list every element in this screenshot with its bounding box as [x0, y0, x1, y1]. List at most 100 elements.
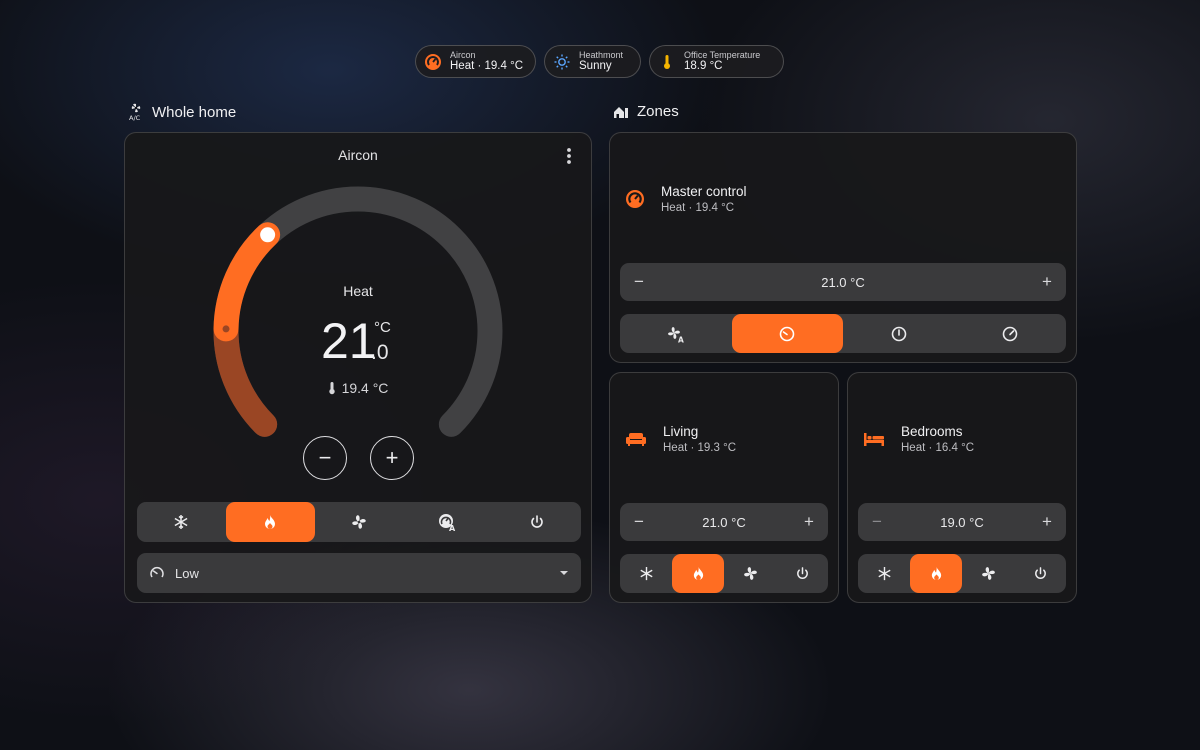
chip-office-temperature[interactable]: Office Temperature 18.9 °C: [649, 45, 784, 78]
flame-icon: [692, 566, 705, 581]
zone-status: Heat · 19.3 °C: [663, 442, 736, 454]
chip-label: Aircon: [450, 49, 476, 60]
chip-label: Heathmont: [579, 49, 624, 60]
increase-button[interactable]: +: [802, 512, 816, 532]
target-temperature: 21.0 °C: [821, 274, 865, 290]
gauge-medium-icon: [891, 326, 907, 342]
power-icon: [529, 514, 545, 530]
aircon-gauge-icon: [625, 189, 645, 209]
svg-text:A: A: [678, 335, 684, 343]
snowflake-icon: [639, 566, 654, 581]
fan-speed-select[interactable]: Low: [137, 553, 581, 593]
decrease-temperature-button[interactable]: −: [303, 436, 347, 480]
snowflake-icon: [173, 514, 189, 530]
master-control-card: Master control Heat · 19.4 °C − 21.0 °C …: [609, 132, 1077, 363]
more-vert-icon: [567, 148, 571, 164]
fan-icon: [350, 513, 368, 531]
mode-cool-button[interactable]: [858, 554, 910, 593]
plus-icon: +: [385, 445, 399, 470]
zone-status: Heat · 19.4 °C: [661, 202, 734, 214]
fan-icon: [980, 565, 997, 582]
target-temperature: 21 °C .0: [321, 313, 401, 369]
gauge-low-icon: [779, 326, 795, 342]
zone-header: Bedrooms Heat · 16.4 °C: [863, 424, 974, 454]
fan-mode-selector[interactable]: A: [620, 314, 1066, 353]
mode-heat-button[interactable]: [225, 502, 315, 542]
mode-fan-button[interactable]: [724, 554, 776, 593]
zone-name: Living: [663, 424, 699, 439]
more-options-button[interactable]: [562, 146, 576, 166]
bedrooms-temperature-control: − 19.0 °C +: [858, 503, 1066, 541]
master-temperature-control: − 21.0 °C +: [620, 263, 1066, 301]
chip-weather[interactable]: Heathmont Sunny: [544, 45, 641, 78]
power-icon: [1033, 566, 1048, 581]
mode-auto-button[interactable]: A: [403, 502, 492, 542]
flame-icon: [263, 514, 277, 530]
bedrooms-mode-selector[interactable]: [858, 554, 1066, 593]
sofa-icon: [625, 431, 647, 447]
gauge-high-icon: [1002, 326, 1018, 342]
chip-value: Heat · 19.4 °C: [450, 60, 523, 73]
flame-icon: [930, 566, 943, 581]
current-temperature-value: 19.4 °C: [341, 380, 389, 396]
svg-text:A: A: [449, 524, 456, 531]
bedrooms-zone-card: Bedrooms Heat · 16.4 °C − 19.0 °C +: [847, 372, 1077, 603]
section-title: Zones: [637, 103, 679, 120]
bed-icon: [863, 431, 885, 447]
increase-button[interactable]: +: [1040, 272, 1054, 292]
mode-fan-button[interactable]: [962, 554, 1014, 593]
mode-cool-button[interactable]: [620, 554, 672, 593]
ac-unit-icon: A/C: [128, 103, 144, 121]
living-temperature-control: − 21.0 °C +: [620, 503, 828, 541]
mode-heat-button[interactable]: [910, 554, 962, 593]
increase-button[interactable]: +: [1040, 512, 1054, 532]
minus-icon: −: [318, 445, 332, 470]
mode-off-button[interactable]: [1014, 554, 1066, 593]
decrease-button[interactable]: −: [632, 512, 646, 532]
thermometer-icon: [658, 53, 676, 71]
mode-heat-button[interactable]: [672, 554, 724, 593]
decrease-button[interactable]: −: [632, 272, 646, 292]
chip-value: 18.9 °C: [684, 60, 723, 73]
zone-header: Master control Heat · 19.4 °C: [625, 184, 747, 214]
fan-high-button[interactable]: [955, 314, 1067, 353]
mode-cool-button[interactable]: [137, 502, 226, 542]
target-temperature-unit: °C: [374, 319, 391, 336]
section-heading-whole-home: A/C Whole home: [128, 103, 237, 122]
snowflake-icon: [877, 566, 892, 581]
hvac-mode-label: Heat: [343, 283, 373, 299]
fan-auto-button[interactable]: A: [620, 314, 732, 353]
section-title: Whole home: [152, 103, 237, 121]
living-mode-selector[interactable]: [620, 554, 828, 593]
living-zone-card: Living Heat · 19.3 °C − 21.0 °C +: [609, 372, 839, 603]
card-title: Aircon: [338, 147, 378, 163]
fan-low-button[interactable]: [731, 314, 843, 353]
chip-label: Office Temperature: [684, 49, 761, 60]
target-temperature-integer: 21: [321, 313, 377, 369]
mode-fan-button[interactable]: [315, 502, 404, 542]
zone-name: Master control: [661, 184, 747, 199]
home-zones-icon: [613, 104, 629, 120]
hvac-mode-selector[interactable]: A: [137, 502, 581, 542]
dial-target-arc: [213, 222, 281, 342]
decrease-button[interactable]: −: [870, 512, 884, 532]
mode-off-button[interactable]: [776, 554, 828, 593]
section-heading-zones: Zones: [613, 103, 679, 120]
sun-icon: [553, 53, 571, 71]
whole-home-card: Aircon Heat 21 °C .0 19.4 °C − + A Low: [124, 132, 592, 603]
fan-medium-button[interactable]: [843, 314, 955, 353]
chip-value: Sunny: [579, 60, 612, 73]
chip-aircon[interactable]: Aircon Heat · 19.4 °C: [415, 45, 536, 78]
current-temperature: 19.4 °C: [125, 380, 591, 396]
zone-header: Living Heat · 19.3 °C: [625, 424, 736, 454]
mode-off-button[interactable]: [492, 502, 581, 542]
fan-speed-value: Low: [175, 565, 199, 581]
fan-speed-icon: [149, 565, 165, 581]
thermometer-icon: [328, 381, 336, 395]
fan-icon: [742, 565, 759, 582]
increase-temperature-button[interactable]: +: [370, 436, 414, 480]
chevron-down-icon: [559, 570, 569, 576]
dial-current-arc: [213, 316, 278, 437]
auto-gauge-icon: A: [438, 513, 458, 531]
svg-text:A/C: A/C: [129, 114, 141, 121]
